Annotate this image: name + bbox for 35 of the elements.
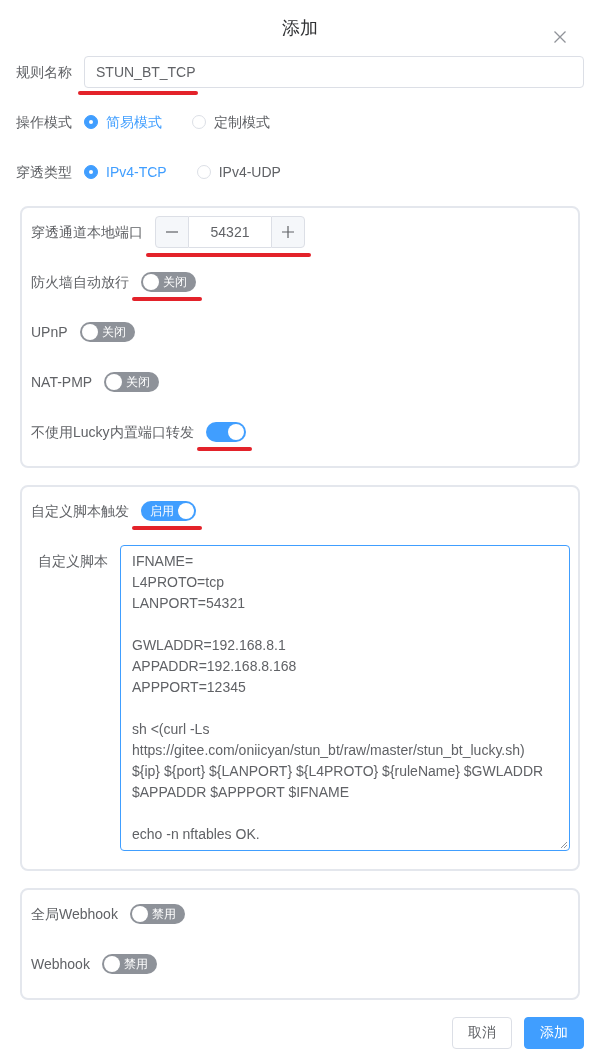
field-label: 全局Webhook xyxy=(31,905,118,924)
dialog-title: 添加 xyxy=(282,17,318,40)
toggle-switch[interactable]: 启用 xyxy=(141,501,196,521)
radio-label[interactable]: IPv4-TCP xyxy=(106,162,167,182)
radio-button[interactable] xyxy=(84,165,98,179)
field-label: 操作模式 xyxy=(16,113,72,132)
increment-button[interactable] xyxy=(271,216,305,248)
field-label: 自定义脚本触发 xyxy=(31,502,129,521)
toggle-switch[interactable]: 禁用 xyxy=(129,904,185,924)
radio-label[interactable]: 定制模式 xyxy=(214,112,270,132)
toggle-switch[interactable]: 关闭 xyxy=(141,272,196,292)
field-label: 穿透类型 xyxy=(16,163,72,182)
field-label: 规则名称 xyxy=(16,63,72,82)
add-button[interactable]: 添加 xyxy=(524,1017,584,1049)
field-label: NAT-PMP xyxy=(31,373,93,392)
field-label: 穿透通道本地端口 xyxy=(31,223,143,242)
toggle-switch[interactable]: 禁用 xyxy=(101,954,157,974)
script-field[interactable]: IFNAME= L4PROTO=tcp LANPORT=54321 GWLADDR=192.168.8.1 APPADDR=192.168.8.168 APPPORT=12345 sh <(curl -Ls https://gitee.com/oniicyan/stun_bt/raw/master/stun_bt_lucky.sh) ${ip} ${port} ${LANPORT} ${L4PROTO} ${ruleName} $GWLADDR $APPADDR $APPPORT $IFNAME echo -n nftables OK. xyxy=(120,545,570,851)
plus-icon xyxy=(282,226,294,238)
field-label: Webhook xyxy=(31,955,90,974)
rule-name-input[interactable]: STUN_BT_TCP xyxy=(84,56,584,88)
field-label: UPnP xyxy=(31,323,68,342)
radio-label[interactable]: IPv4-UDP xyxy=(218,162,281,182)
close-icon[interactable] xyxy=(554,31,566,43)
radio-button[interactable] xyxy=(84,115,98,129)
toggle-switch[interactable]: 关闭 xyxy=(79,322,135,342)
radio-label[interactable]: 简易模式 xyxy=(106,112,162,132)
field-label: 自定义脚本 xyxy=(37,552,108,571)
cancel-button[interactable]: 取消 xyxy=(452,1017,512,1049)
toggle-switch[interactable]: 关闭 xyxy=(104,372,160,392)
field-label: 不使用Lucky内置端口转发 xyxy=(31,423,194,442)
field-label: 防火墙自动放行 xyxy=(31,273,129,292)
resize-handle-icon[interactable] xyxy=(560,841,568,849)
toggle-switch[interactable] xyxy=(205,422,246,442)
decrement-button[interactable] xyxy=(155,216,189,248)
